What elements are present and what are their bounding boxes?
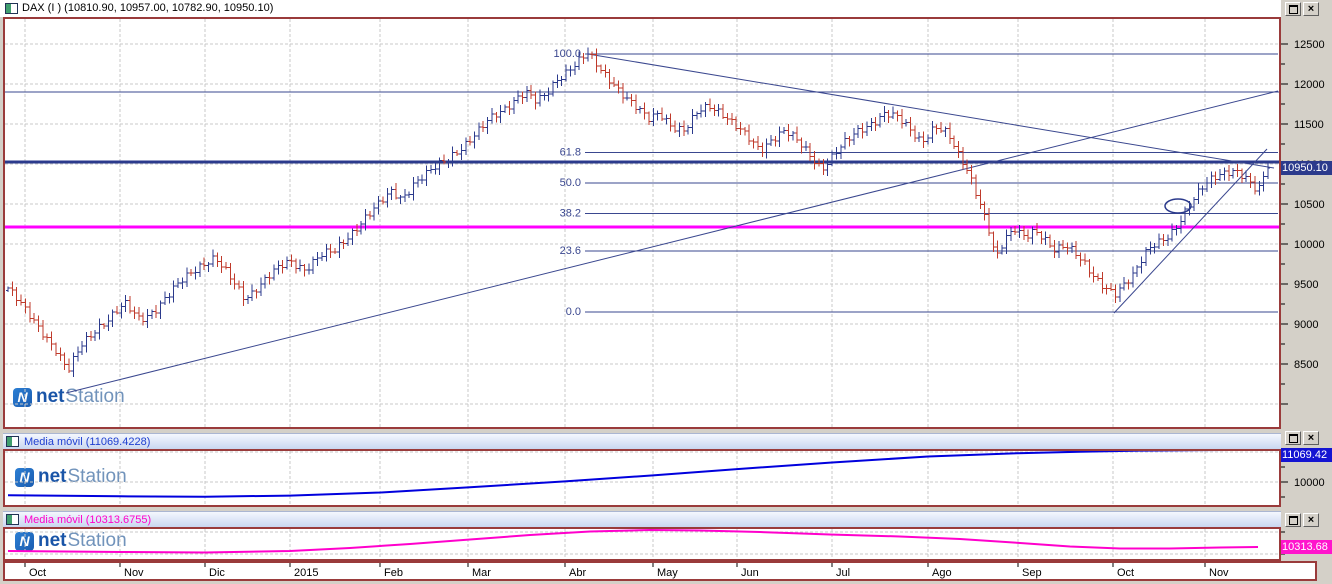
fib-label: 23.6 bbox=[560, 245, 581, 257]
y-axis-label: 12500 bbox=[1294, 39, 1325, 51]
x-axis-label: Ago bbox=[932, 567, 952, 579]
ma1-value-tag: 11069.42 bbox=[1281, 448, 1332, 462]
chart-window-icon bbox=[5, 3, 18, 14]
media-movil-2-title: Media móvil (10313.6755) bbox=[24, 514, 152, 526]
price-axis: 1250012000115001100010500100009500900085… bbox=[1281, 39, 1325, 555]
x-axis-label: 2015 bbox=[294, 567, 318, 579]
x-axis-label: Oct bbox=[1117, 567, 1134, 579]
y-axis-label: 9000 bbox=[1294, 319, 1318, 331]
ma1-line-plot bbox=[5, 451, 1279, 505]
fibonacci-retracement: 100.0 61.8 50.0 38.2 23.6 0.0 bbox=[553, 48, 1278, 318]
ma1-line bbox=[7, 451, 1229, 498]
fib-label: 50.0 bbox=[560, 177, 581, 189]
level-lines bbox=[5, 91, 1279, 229]
x-axis-label: Feb bbox=[384, 567, 403, 579]
y-axis-label: 8500 bbox=[1294, 359, 1318, 371]
candlestick-plot: 100.0 61.8 50.0 38.2 23.6 0.0 bbox=[5, 19, 1279, 427]
trendlines bbox=[65, 53, 1279, 394]
candlesticks bbox=[5, 47, 1271, 378]
x-axis-bar: Oct Nov Dic 2015 Feb Mar Abr May Jun Jul Ago Sep Oct… bbox=[3, 561, 1317, 581]
x-axis-label: Nov bbox=[1209, 567, 1229, 579]
x-axis-label: Abr bbox=[569, 567, 586, 579]
main-chart-area[interactable]: N net Station 100.0 61.8 50.0 38.2 23.6 0.0 bbox=[3, 17, 1281, 429]
x-axis-label: Dic bbox=[209, 567, 225, 579]
ma2-line-plot bbox=[5, 529, 1279, 559]
y-axis-label: 10000 bbox=[1294, 239, 1325, 251]
x-axis-label: Oct bbox=[29, 567, 46, 579]
media-movil-1-header[interactable]: Media móvil (11069.4228) bbox=[3, 433, 1281, 449]
ma2-line bbox=[7, 529, 1259, 554]
ellipse-annotation bbox=[1164, 198, 1192, 214]
last-price-tag: 10950.10 bbox=[1281, 161, 1332, 175]
x-axis-label: Mar bbox=[472, 567, 491, 579]
x-axis-label: Nov bbox=[124, 567, 144, 579]
x-axis-labels: Oct Nov Dic 2015 Feb Mar Abr May Jun Jul Ago Sep Oct… bbox=[24, 563, 1229, 579]
y-axis-label: 11500 bbox=[1294, 119, 1324, 131]
grid bbox=[5, 19, 1279, 427]
x-axis-label: Jul bbox=[836, 567, 850, 579]
media-movil-1-title: Media móvil (11069.4228) bbox=[24, 436, 151, 448]
fib-label: 0.0 bbox=[566, 306, 581, 318]
fib-label: 38.2 bbox=[560, 207, 581, 219]
y-axis-label: 12000 bbox=[1294, 79, 1325, 91]
netstation-app: { "window": { "title": "DAX (I ) (10810.… bbox=[0, 0, 1332, 582]
y-axis-label: 10500 bbox=[1294, 199, 1325, 211]
y-axis-label: 9500 bbox=[1294, 279, 1318, 291]
media-movil-2-header[interactable]: Media móvil (10313.6755) bbox=[3, 511, 1281, 527]
x-axis-label: Jun bbox=[741, 567, 759, 579]
media-movil-1-chart-area[interactable]: N net Station bbox=[3, 449, 1281, 507]
chart-window-icon bbox=[6, 436, 19, 447]
window-title: DAX (I ) (10810.90, 10957.00, 10782.90, … bbox=[22, 2, 274, 14]
fib-label: 100.0 bbox=[553, 48, 581, 60]
x-axis-label: May bbox=[657, 567, 678, 579]
price-axis-ticks: 1250012000115001100010500100009500900085… bbox=[1281, 39, 1325, 555]
ma1-axis-label: 10000 bbox=[1294, 477, 1325, 489]
chart-window-icon bbox=[6, 514, 19, 525]
x-axis-ticks: Oct Nov Dic 2015 Feb Mar Abr May Jun Jul Ago Sep Oct… bbox=[24, 563, 1229, 579]
ma2-value-tag: 10313.68 bbox=[1281, 540, 1332, 554]
x-axis-label: Sep bbox=[1022, 567, 1042, 579]
grid bbox=[5, 529, 1279, 559]
media-movil-2-chart-area[interactable]: N net Station bbox=[3, 527, 1281, 561]
fib-label: 61.8 bbox=[560, 147, 581, 159]
main-window-titlebar[interactable]: DAX (I ) (10810.90, 10957.00, 10782.90, … bbox=[0, 0, 1332, 17]
